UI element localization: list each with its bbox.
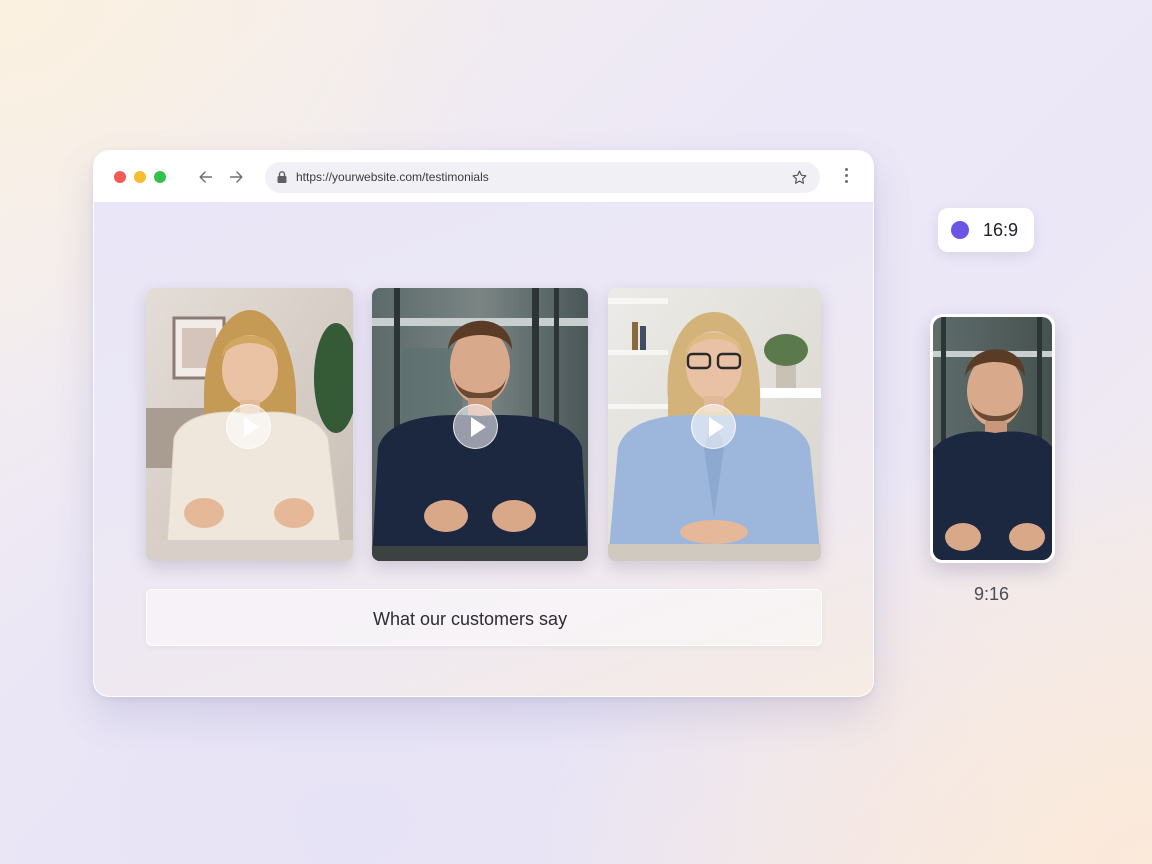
portrait-video-screen <box>933 317 1052 560</box>
address-bar[interactable]: https://yourwebsite.com/testimonials <box>265 162 820 193</box>
arrow-left-icon[interactable] <box>197 168 215 186</box>
play-icon[interactable] <box>691 404 736 449</box>
testimonial-video-woman-sweater[interactable] <box>146 288 353 561</box>
testimonial-video-woman-glasses[interactable] <box>608 288 821 561</box>
maximize-window-button[interactable] <box>154 171 166 183</box>
vertical-dots-icon[interactable] <box>842 168 850 186</box>
portrait-video-preview[interactable] <box>930 314 1055 563</box>
video-thumbnail <box>933 317 1052 560</box>
aspect-ratio-toggle[interactable]: 16:9 <box>938 208 1034 252</box>
star-icon[interactable] <box>791 169 808 186</box>
aspect-ratio-portrait-label: 9:16 <box>974 584 1010 604</box>
url-text[interactable]: https://yourwebsite.com/testimonials <box>296 170 489 184</box>
close-window-button[interactable] <box>114 171 126 183</box>
radio-selected-icon <box>951 221 969 239</box>
testimonials-heading-bar: What our customers say <box>146 589 822 646</box>
browser-toolbar: https://yourwebsite.com/testimonials <box>94 151 873 203</box>
testimonial-video-man-navy-sweater[interactable] <box>372 288 588 561</box>
testimonials-heading: What our customers say <box>373 609 568 629</box>
aspect-ratio-landscape-label: 16:9 <box>983 220 1019 240</box>
play-icon[interactable] <box>453 404 498 449</box>
minimize-window-button[interactable] <box>134 171 146 183</box>
browser-window: https://yourwebsite.com/testimonials Wha… <box>93 150 874 697</box>
arrow-right-icon[interactable] <box>227 168 245 186</box>
play-icon[interactable] <box>226 404 271 449</box>
lock-icon <box>275 170 289 184</box>
